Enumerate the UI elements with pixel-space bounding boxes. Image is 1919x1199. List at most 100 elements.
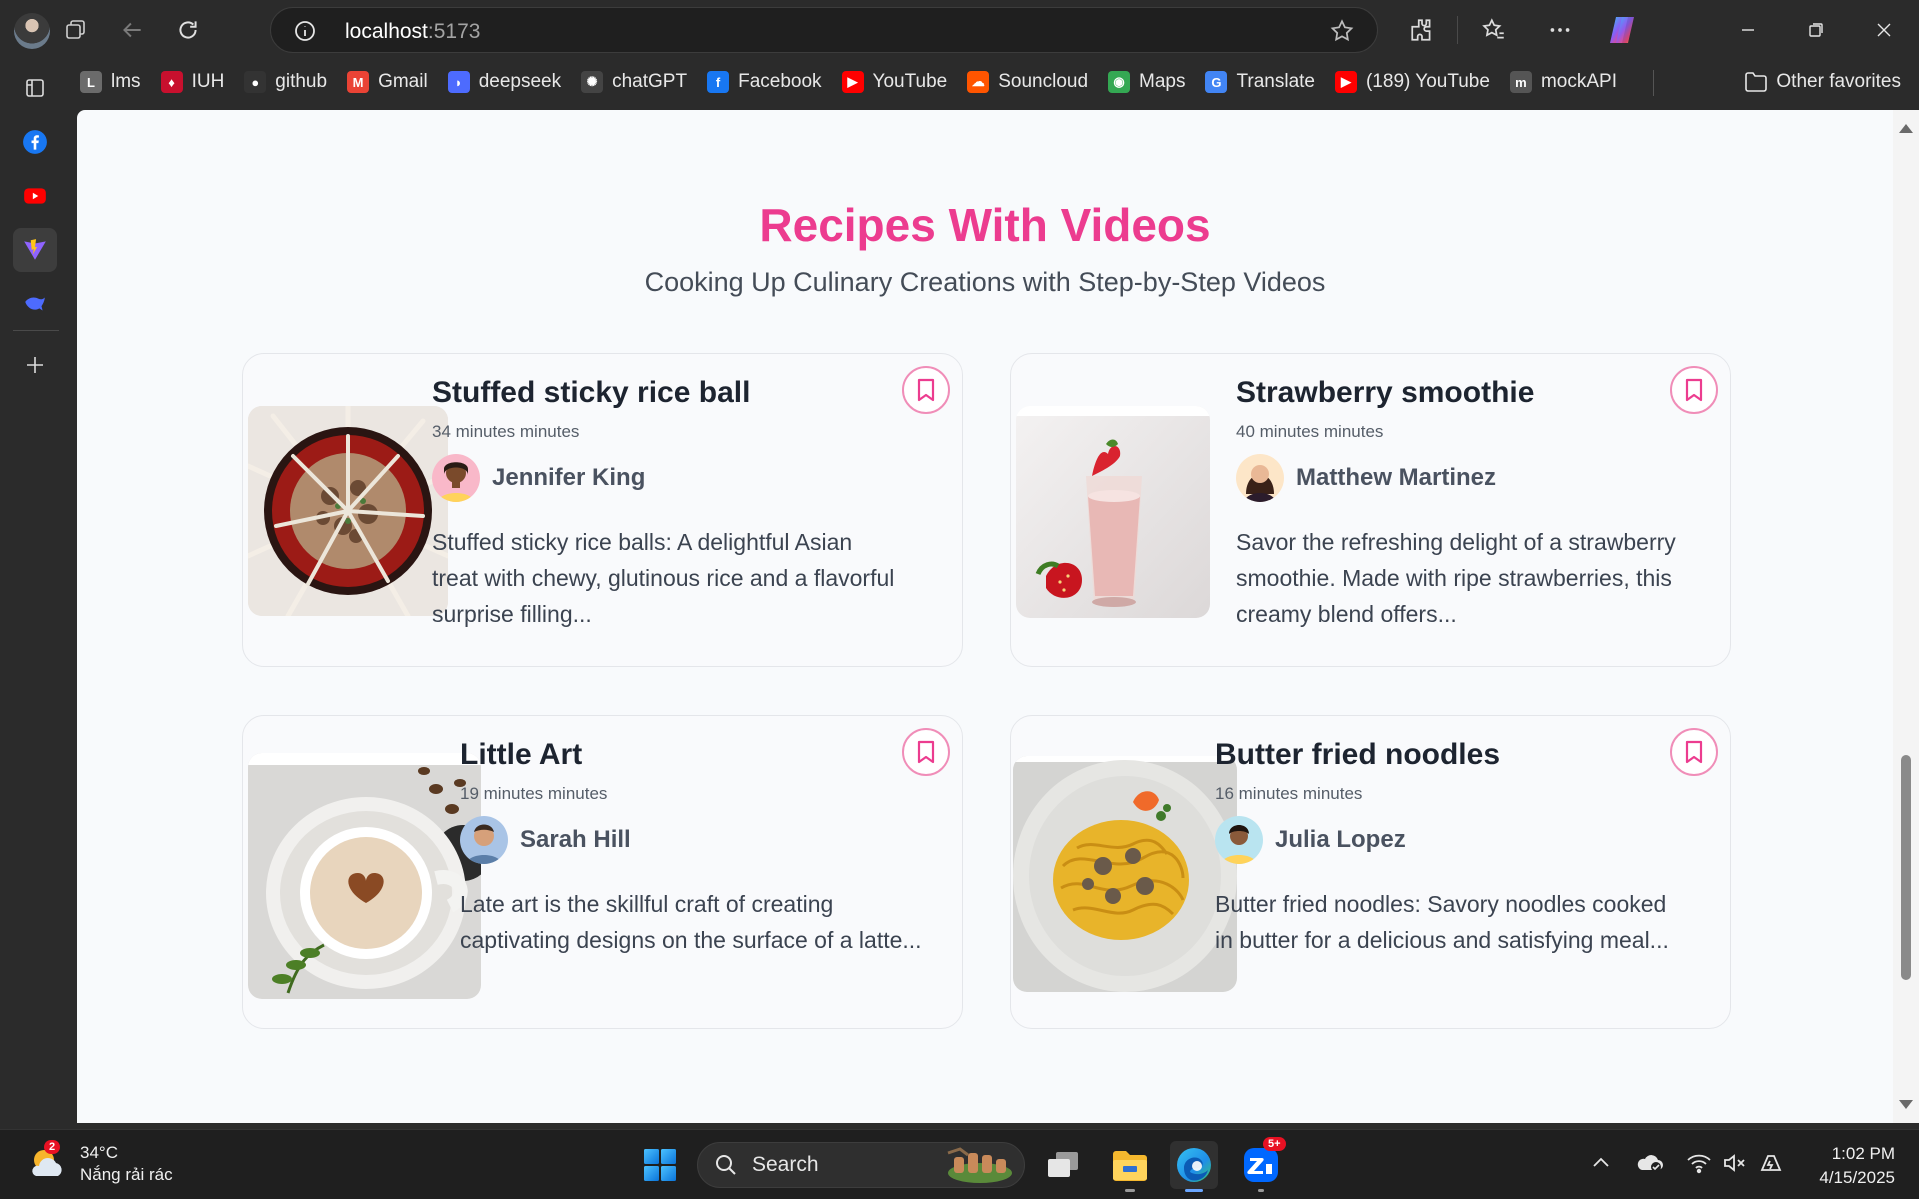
recipe-author: Julia Lopez bbox=[1215, 816, 1685, 864]
bookmark-button[interactable] bbox=[902, 366, 950, 414]
address-bar[interactable]: localhost:5173 bbox=[270, 7, 1378, 53]
bookmark-label: YouTube bbox=[872, 71, 948, 92]
bookmark-label: chatGPT bbox=[612, 71, 688, 92]
favorite-star-icon[interactable] bbox=[1329, 18, 1355, 49]
chatgpt-icon: ✺ bbox=[581, 71, 604, 93]
system-clock[interactable]: 1:02 PM 4/15/2025 bbox=[1819, 1142, 1895, 1190]
other-favorites-button[interactable]: Other favorites bbox=[1744, 61, 1901, 103]
sidebar-vite-icon[interactable] bbox=[13, 228, 57, 272]
author-name: Sarah Hill bbox=[520, 826, 631, 853]
recipe-card[interactable]: Stuffed sticky rice ball 34 minutes minu… bbox=[242, 353, 963, 667]
bookmark-gmail[interactable]: M Gmail bbox=[337, 64, 438, 100]
bookmark-lms[interactable]: Llms bbox=[70, 64, 151, 100]
bookmark-mockapi[interactable]: m mockAPI bbox=[1500, 64, 1627, 100]
bookmark-label: deepseek bbox=[478, 71, 562, 92]
recipe-thumbnail[interactable] bbox=[1016, 406, 1210, 618]
bookmarks-divider bbox=[1653, 70, 1654, 96]
volume-muted-icon[interactable] bbox=[1722, 1152, 1748, 1179]
author-avatar bbox=[1215, 816, 1263, 864]
bookmark-button[interactable] bbox=[1670, 366, 1718, 414]
minimize-button[interactable] bbox=[1720, 9, 1776, 51]
vertical-tabs-icon[interactable] bbox=[13, 66, 57, 110]
maps-icon: ◉ bbox=[1108, 71, 1131, 93]
bookmark-chatgpt[interactable]: ✺ chatGPT bbox=[571, 64, 697, 100]
sidebar-facebook-icon[interactable] bbox=[13, 120, 57, 164]
refresh-icon[interactable] bbox=[166, 9, 210, 51]
show-hidden-icons-icon[interactable] bbox=[1590, 1152, 1612, 1179]
recipe-card[interactable]: Strawberry smoothie 40 minutes minutes M… bbox=[1010, 353, 1731, 667]
author-avatar bbox=[1236, 454, 1284, 502]
author-name: Matthew Martinez bbox=[1296, 464, 1497, 491]
page-scrollbar[interactable] bbox=[1893, 110, 1919, 1123]
profile-avatar[interactable] bbox=[14, 13, 50, 49]
bookmark-button[interactable] bbox=[902, 728, 950, 776]
bookmark-deepseek[interactable]: ◗ deepseek bbox=[438, 64, 571, 100]
sidebar-deepseek-icon[interactable] bbox=[13, 282, 57, 326]
extensions-icon[interactable] bbox=[1400, 9, 1444, 51]
close-window-button[interactable] bbox=[1856, 9, 1912, 51]
bookmark-icon bbox=[917, 740, 935, 764]
bookmark-189-youtube[interactable]: ▶ (189) YouTube bbox=[1325, 64, 1500, 100]
bookmark-label: Maps bbox=[1139, 71, 1186, 92]
recipe-title[interactable]: Stuffed sticky rice ball bbox=[432, 376, 902, 410]
search-label: Search bbox=[752, 1153, 819, 1176]
taskbar-search[interactable]: Search bbox=[697, 1142, 1025, 1188]
zalo-icon[interactable]: 5+ bbox=[1237, 1137, 1286, 1192]
more-menu-icon[interactable] bbox=[1538, 9, 1582, 51]
onedrive-icon[interactable] bbox=[1636, 1152, 1664, 1179]
recipe-thumbnail[interactable] bbox=[248, 406, 448, 616]
active-indicator bbox=[1185, 1189, 1203, 1192]
recipe-title[interactable]: Butter fried noodles bbox=[1215, 738, 1685, 772]
search-icon bbox=[716, 1155, 736, 1175]
iuh-icon: ♦ bbox=[160, 71, 183, 93]
sidebar-add-icon[interactable] bbox=[13, 343, 57, 387]
bookmark-icon bbox=[1685, 740, 1703, 764]
url-text[interactable]: localhost:5173 bbox=[345, 20, 480, 44]
bookmark-label: github bbox=[275, 71, 328, 92]
other-favorites-label: Other favorites bbox=[1776, 71, 1901, 92]
edge-browser-icon[interactable] bbox=[1170, 1141, 1218, 1192]
bookmark-facebook[interactable]: f Facebook bbox=[697, 64, 831, 100]
recipe-thumbnail[interactable] bbox=[1013, 756, 1237, 992]
recipe-title[interactable]: Little Art bbox=[460, 738, 930, 772]
bookmarks-bar: Llms ♦ IUH ● github M Gmail ◗ deepseek ✺ chatGPT f F… bbox=[70, 61, 1919, 103]
battery-charging-icon[interactable] bbox=[1758, 1152, 1784, 1179]
bookmark-souncloud[interactable]: ☁ Souncloud bbox=[957, 64, 1098, 100]
bookmark-github[interactable]: ● github bbox=[234, 64, 337, 100]
section-subtitle: Cooking Up Culinary Creations with Step-… bbox=[644, 267, 1326, 297]
bookmark-button[interactable] bbox=[1670, 728, 1718, 776]
soundcloud-icon: ☁ bbox=[967, 71, 990, 93]
bookmark-label: Translate bbox=[1236, 71, 1315, 92]
bookmark-iuh[interactable]: ♦ IUH bbox=[151, 64, 235, 100]
weather-widget[interactable]: 2 34°C Nắng rải rác bbox=[28, 1140, 173, 1186]
recipe-card[interactable]: Little Art 19 minutes minutes Sarah Hill… bbox=[242, 715, 963, 1029]
bookmark-maps[interactable]: ◉ Maps bbox=[1098, 64, 1195, 100]
sidebar-youtube-icon[interactable] bbox=[13, 174, 57, 218]
scroll-down-arrow[interactable] bbox=[1899, 1100, 1913, 1109]
lms-icon: L bbox=[80, 71, 102, 93]
translate-icon: G bbox=[1205, 71, 1228, 93]
tab-actions-icon[interactable] bbox=[54, 9, 98, 51]
file-explorer-icon[interactable] bbox=[1106, 1141, 1154, 1192]
site-info-icon[interactable] bbox=[293, 19, 317, 48]
recipe-duration: 40 minutes minutes bbox=[1236, 422, 1384, 441]
recipe-duration: 16 minutes minutes bbox=[1215, 784, 1363, 803]
back-arrow-icon[interactable] bbox=[110, 9, 154, 51]
bookmark-youtube[interactable]: ▶ YouTube bbox=[832, 64, 958, 100]
copilot-icon[interactable] bbox=[1600, 9, 1644, 51]
scroll-thumb[interactable] bbox=[1901, 755, 1911, 980]
recipe-title[interactable]: Strawberry smoothie bbox=[1236, 376, 1706, 410]
favorites-icon[interactable] bbox=[1472, 9, 1516, 51]
task-view-icon[interactable] bbox=[1039, 1141, 1087, 1189]
start-button[interactable] bbox=[636, 1141, 684, 1189]
restore-button[interactable] bbox=[1788, 9, 1844, 51]
recipe-description: Stuffed sticky rice balls: A delightful … bbox=[432, 529, 895, 627]
recipe-thumbnail[interactable] bbox=[248, 753, 481, 999]
bookmark-translate[interactable]: G Translate bbox=[1195, 64, 1325, 100]
recipe-card[interactable]: Butter fried noodles 16 minutes minutes … bbox=[1010, 715, 1731, 1029]
section-title: Recipes With Videos bbox=[759, 199, 1211, 251]
scroll-up-arrow[interactable] bbox=[1899, 124, 1913, 133]
wifi-icon[interactable] bbox=[1686, 1152, 1712, 1179]
weather-badge: 2 bbox=[44, 1140, 61, 1154]
clock-time: 1:02 PM bbox=[1831, 1144, 1895, 1163]
